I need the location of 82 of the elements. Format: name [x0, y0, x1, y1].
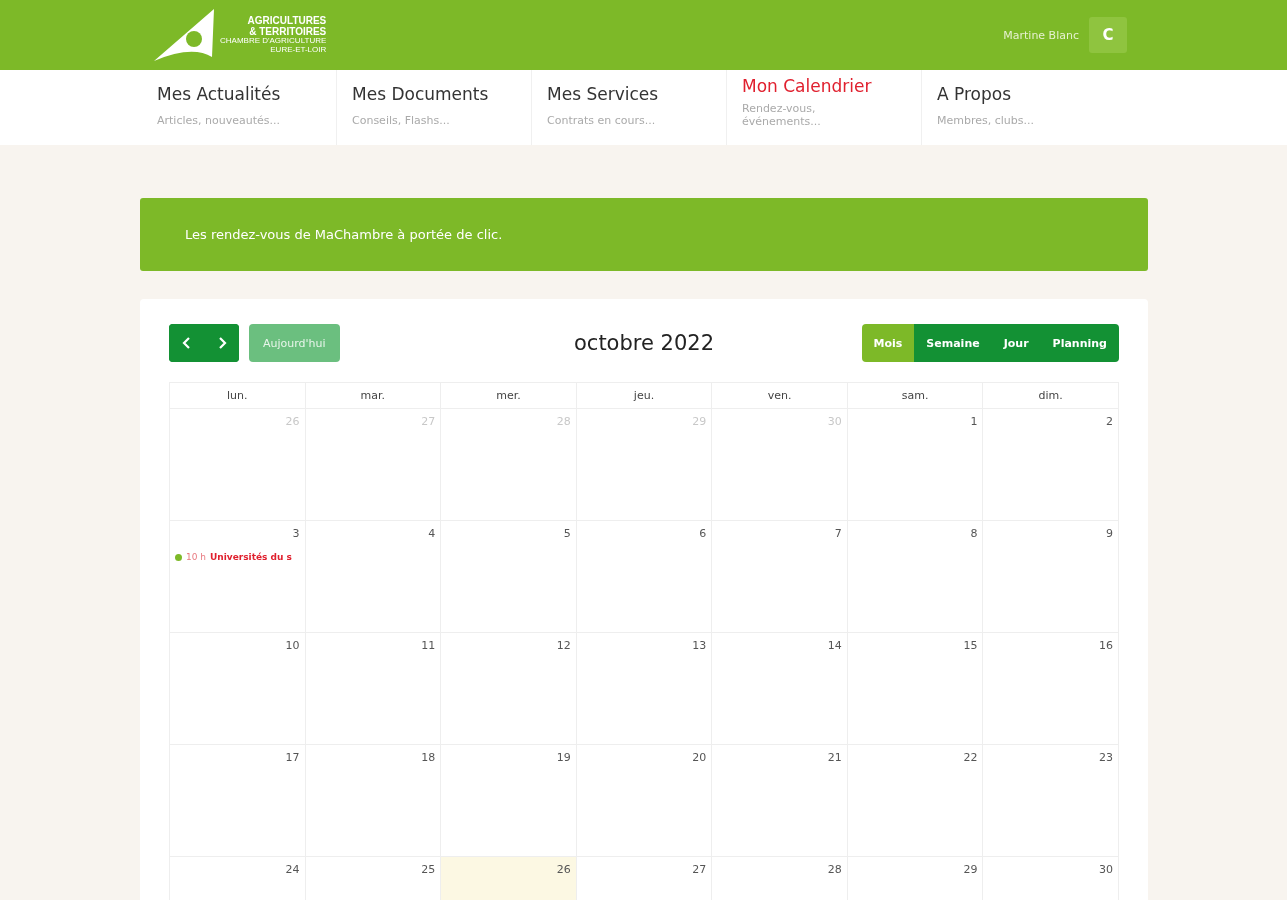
day-cell[interactable]: 7	[712, 521, 848, 633]
day-cell[interactable]: 20	[576, 745, 713, 857]
day-number: 20	[692, 751, 707, 764]
info-banner: Les rendez-vous de MaChambre à portée de clic.	[140, 198, 1148, 271]
logo-text: & TERRITOIRES	[249, 26, 327, 38]
day-cell[interactable]: 6	[576, 521, 713, 633]
day-number: 10	[285, 639, 300, 652]
day-number: 16	[1099, 639, 1113, 652]
day-cell[interactable]: 4	[305, 521, 442, 633]
day-number: 5	[563, 527, 571, 540]
weekday-header: mer.	[441, 383, 577, 409]
weekday-header: jeu.	[576, 383, 713, 409]
day-cell[interactable]: 18	[305, 745, 442, 857]
day-cell[interactable]: 2	[983, 409, 1119, 521]
nav-tab[interactable]: Mes Services Contrats en cours...	[532, 70, 727, 145]
day-cell[interactable]: 9	[983, 521, 1119, 633]
day-number: 15	[963, 639, 978, 652]
day-number: 6	[699, 527, 707, 540]
view-tab[interactable]: Jour	[991, 324, 1041, 362]
weekday-header: sam.	[847, 383, 984, 409]
day-number: 9	[1106, 527, 1113, 540]
day-number: 22	[963, 751, 978, 764]
day-number: 29	[963, 863, 978, 876]
day-number: 14	[827, 639, 842, 652]
day-cell[interactable]: 16	[983, 633, 1119, 745]
day-cell[interactable]: 17	[170, 745, 306, 857]
weekday-header: ven.	[712, 383, 848, 409]
day-number: 19	[556, 751, 571, 764]
day-number: 13	[692, 639, 707, 652]
weekday-header: mar.	[305, 383, 442, 409]
day-number: 26	[556, 863, 571, 876]
day-number: 27	[692, 863, 707, 876]
day-cell[interactable]: 5	[441, 521, 577, 633]
nav-tab[interactable]: Mes Actualités Articles, nouveautés...	[142, 70, 337, 145]
view-tab[interactable]: Semaine	[914, 324, 992, 362]
day-cell[interactable]: 30	[983, 857, 1119, 900]
day-number: 25	[421, 863, 436, 876]
day-number: 23	[1099, 751, 1113, 764]
chevron-left-icon	[181, 337, 192, 349]
weekday-header: lun.	[170, 383, 306, 409]
day-cell[interactable]: 10	[170, 633, 306, 745]
event-title[interactable]: Universités du s	[210, 552, 292, 562]
day-number: 3	[292, 527, 300, 540]
day-cell[interactable]: 28	[712, 857, 848, 900]
day-cell[interactable]: 23	[983, 745, 1119, 857]
day-number: 1	[970, 415, 978, 428]
day-cell[interactable]: 29	[847, 857, 984, 900]
day-number: 28	[827, 863, 842, 876]
day-cell[interactable]: 1	[847, 409, 984, 521]
chevron-right-icon	[216, 337, 227, 349]
day-number: 24	[285, 863, 300, 876]
day-cell[interactable]: 8	[847, 521, 984, 633]
day-cell[interactable]: 21	[712, 745, 848, 857]
day-number: 4	[428, 527, 436, 540]
logo-text: CHAMBRE D'AGRICULTURE	[220, 37, 327, 46]
logo-text: EURE-ET-LOIR	[270, 45, 327, 54]
day-number: 7	[834, 527, 842, 540]
nav-tab[interactable]: Mon Calendrier Rendez-vous, événements...	[727, 70, 922, 145]
nav-tab[interactable]: A Propos Membres, clubs...	[922, 70, 1117, 145]
day-cell[interactable]: 11	[305, 633, 442, 745]
weekday-header: dim.	[983, 383, 1119, 409]
day-cell[interactable]: 3 10 h Universités du s	[170, 521, 306, 633]
month-title: octobre 2022	[574, 331, 714, 355]
day-number: 8	[970, 527, 978, 540]
nav-tab[interactable]: Mes Documents Conseils, Flashs...	[337, 70, 532, 145]
day-cell[interactable]: 15	[847, 633, 984, 745]
day-number: 30	[1099, 863, 1113, 876]
day-number: 18	[421, 751, 436, 764]
day-cell[interactable]: 12	[441, 633, 577, 745]
day-number: 17	[285, 751, 300, 764]
day-number: 11	[421, 639, 436, 652]
day-number: 2	[1106, 415, 1113, 428]
day-cell[interactable]: 22	[847, 745, 984, 857]
day-cell[interactable]: 13	[576, 633, 713, 745]
day-cell[interactable]: 14	[712, 633, 848, 745]
day-cell[interactable]: 27	[576, 857, 713, 900]
day-cell[interactable]: 26	[441, 857, 577, 900]
logo-text: AGRICULTURES	[247, 16, 327, 27]
view-tab[interactable]: Planning	[1040, 324, 1119, 362]
day-number: 12	[556, 639, 571, 652]
day-number: 21	[827, 751, 842, 764]
day-cell[interactable]: 24	[170, 857, 306, 900]
